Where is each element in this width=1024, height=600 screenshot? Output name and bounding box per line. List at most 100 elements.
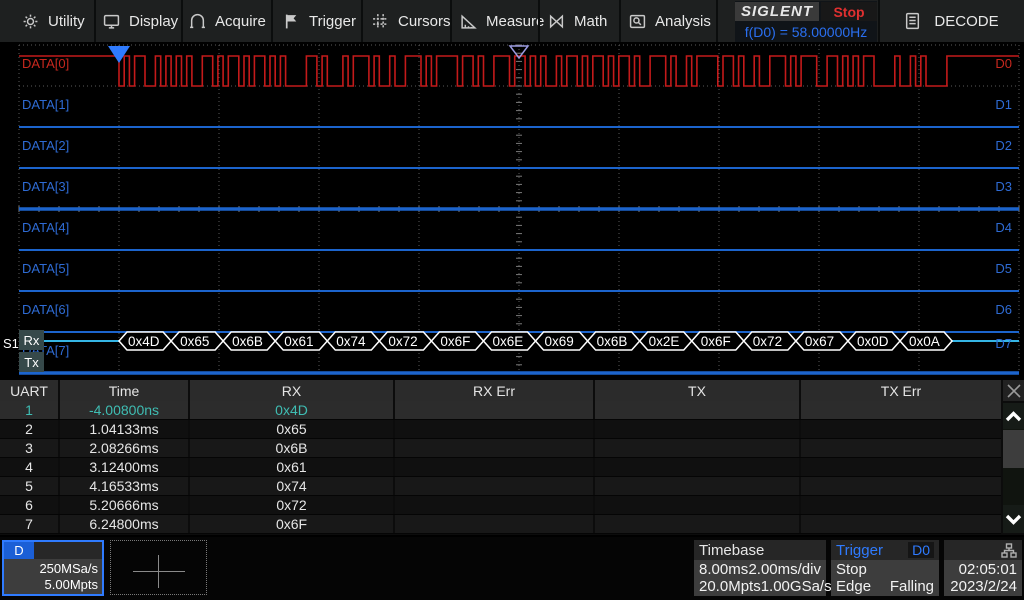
table-cell-tx_err: [801, 496, 1001, 514]
bus-label-d6: D6: [984, 302, 1012, 317]
menu-cursors[interactable]: Cursors: [372, 0, 451, 42]
table-row[interactable]: 76.24800ms0x6F: [0, 515, 1001, 534]
bottom-status-bar: D 250MSa/s 5.00Mpts Timebase 8.00ms 2.00…: [0, 537, 1024, 600]
table-cell-tx_err: [801, 515, 1001, 533]
table-cell-rx_err: [395, 477, 595, 495]
menu-separator: [716, 0, 718, 42]
table-cell-n: 4: [0, 458, 60, 476]
channel-label-data1[interactable]: DATA[1]: [22, 97, 69, 112]
decode-frame-value: 0x6B: [232, 334, 263, 349]
trigger-position-marker[interactable]: [108, 46, 130, 63]
decode-bus-name: S1: [3, 336, 19, 351]
decode-title-label: DECODE: [934, 13, 998, 30]
table-cell-n: 2: [0, 420, 60, 438]
run-state-badge[interactable]: Stop: [821, 2, 877, 21]
add-channel-button[interactable]: [110, 540, 207, 595]
table-cell-n: 7: [0, 515, 60, 533]
table-cell-rx_err: [395, 496, 595, 514]
acquisition-info: 250MSa/s 5.00Mpts: [4, 559, 102, 594]
memory-depth-value: 5.00Mpts: [45, 577, 98, 593]
bus-label-d5: D5: [984, 261, 1012, 276]
table-cell-tx: [595, 496, 801, 514]
table-cell-tx_err: [801, 458, 1001, 476]
table-cell-n: 1: [0, 401, 60, 419]
trigger-title: Trigger: [836, 542, 883, 559]
plus-icon: [133, 571, 185, 572]
digital-tab[interactable]: D: [4, 542, 34, 559]
menu-label: Utility: [48, 13, 85, 30]
trigger-box[interactable]: Trigger D0 Stop Edge Falling: [831, 540, 939, 596]
table-cell-rx_err: [395, 458, 595, 476]
col-header-rx-err: RX Err: [395, 380, 595, 401]
channel-label-data0[interactable]: DATA[0]: [22, 56, 69, 71]
plus-icon: [158, 555, 159, 588]
menu-math[interactable]: Math: [548, 0, 607, 42]
clock-time: 02:05:01: [959, 561, 1017, 578]
digital-channel-box[interactable]: D 250MSa/s 5.00Mpts: [2, 540, 104, 596]
decode-frame-value: 0x67: [805, 334, 834, 349]
decode-frame-value: 0x6F: [701, 334, 731, 349]
table-cell-time: 2.08266ms: [60, 439, 190, 457]
table-row[interactable]: 32.08266ms0x6B: [0, 439, 1001, 458]
table-row[interactable]: 65.20666ms0x72: [0, 496, 1001, 515]
menu-separator: [619, 0, 621, 42]
scroll-down-button[interactable]: [1003, 505, 1024, 533]
sample-rate-value: 250MSa/s: [39, 561, 98, 577]
table-row[interactable]: 1-4.00800ns0x4D: [0, 401, 1001, 420]
scrollbar-thumb[interactable]: [1003, 430, 1024, 468]
table-cell-tx_err: [801, 401, 1001, 419]
table-cell-tx: [595, 515, 801, 533]
oscilloscope-screen: Utility Display Acquire Trigger Cursors …: [0, 0, 1024, 600]
menu-acquire[interactable]: Acquire: [189, 0, 266, 42]
monitor-icon: [103, 13, 120, 30]
menu-utility[interactable]: Utility: [22, 0, 85, 42]
trigger-slope: Falling: [890, 578, 934, 595]
menu-separator: [181, 0, 183, 42]
menu-display[interactable]: Display: [103, 0, 178, 42]
close-icon[interactable]: [1003, 380, 1024, 401]
decode-dialog-title[interactable]: DECODE: [880, 0, 1024, 42]
decode-table-body: 1-4.00800ns0x4D21.04133ms0x6532.08266ms0…: [0, 401, 1001, 534]
table-row[interactable]: 54.16533ms0x74: [0, 477, 1001, 496]
channel-label-data3[interactable]: DATA[3]: [22, 179, 69, 194]
timebase-box[interactable]: Timebase 8.00ms 2.00ms/div 20.0Mpts 1.00…: [694, 540, 826, 596]
menu-label: Cursors: [398, 13, 451, 30]
col-header-time: Time: [60, 380, 190, 401]
menu-label: Acquire: [215, 13, 266, 30]
decode-table-header: UART Time RX RX Err TX TX Err: [0, 380, 1001, 401]
decode-frame-value: 0x2E: [649, 334, 680, 349]
decode-frame-value: 0x0A: [909, 334, 940, 349]
menu-separator: [538, 0, 540, 42]
decode-tx-chip[interactable]: Tx: [19, 352, 44, 372]
table-cell-tx_err: [801, 477, 1001, 495]
bus-label-d3: D3: [984, 179, 1012, 194]
table-row[interactable]: 21.04133ms0x65: [0, 420, 1001, 439]
scroll-up-button[interactable]: [1003, 403, 1024, 429]
channel-label-data6[interactable]: DATA[6]: [22, 302, 69, 317]
clipboard-icon: [905, 12, 920, 30]
decode-frame-value: 0x72: [388, 334, 417, 349]
gear-icon: [22, 13, 39, 30]
decode-frame-value: 0x61: [284, 334, 313, 349]
table-cell-n: 6: [0, 496, 60, 514]
menu-analysis[interactable]: Analysis: [629, 0, 711, 42]
menu-bar: Utility Display Acquire Trigger Cursors …: [0, 0, 1024, 45]
table-cell-rx: 0x6F: [190, 515, 395, 533]
channel-label-data5[interactable]: DATA[5]: [22, 261, 69, 276]
crosshair-grid-icon: [372, 13, 389, 30]
channel-label-data4[interactable]: DATA[4]: [22, 220, 69, 235]
channel-label-data2[interactable]: DATA[2]: [22, 138, 69, 153]
trigger-source-badge: D0: [908, 542, 934, 558]
menu-measure[interactable]: Measure: [460, 0, 544, 42]
table-cell-rx: 0x6B: [190, 439, 395, 457]
table-row[interactable]: 43.12400ms0x61: [0, 458, 1001, 477]
timebase-delay: 8.00ms: [699, 561, 748, 578]
decode-rx-chip[interactable]: Rx: [19, 330, 44, 350]
table-cell-rx_err: [395, 420, 595, 438]
magnifier-doc-icon: [629, 13, 646, 30]
clock-box[interactable]: 02:05:01 2023/2/24: [944, 540, 1022, 596]
bus-label-d0: D0: [984, 56, 1012, 71]
decode-frame-value: 0x65: [180, 334, 209, 349]
waveform-display: 0x4D0x650x6B0x610x740x720x6F0x6E0x690x6B…: [0, 42, 1024, 378]
menu-trigger[interactable]: Trigger: [283, 0, 356, 42]
